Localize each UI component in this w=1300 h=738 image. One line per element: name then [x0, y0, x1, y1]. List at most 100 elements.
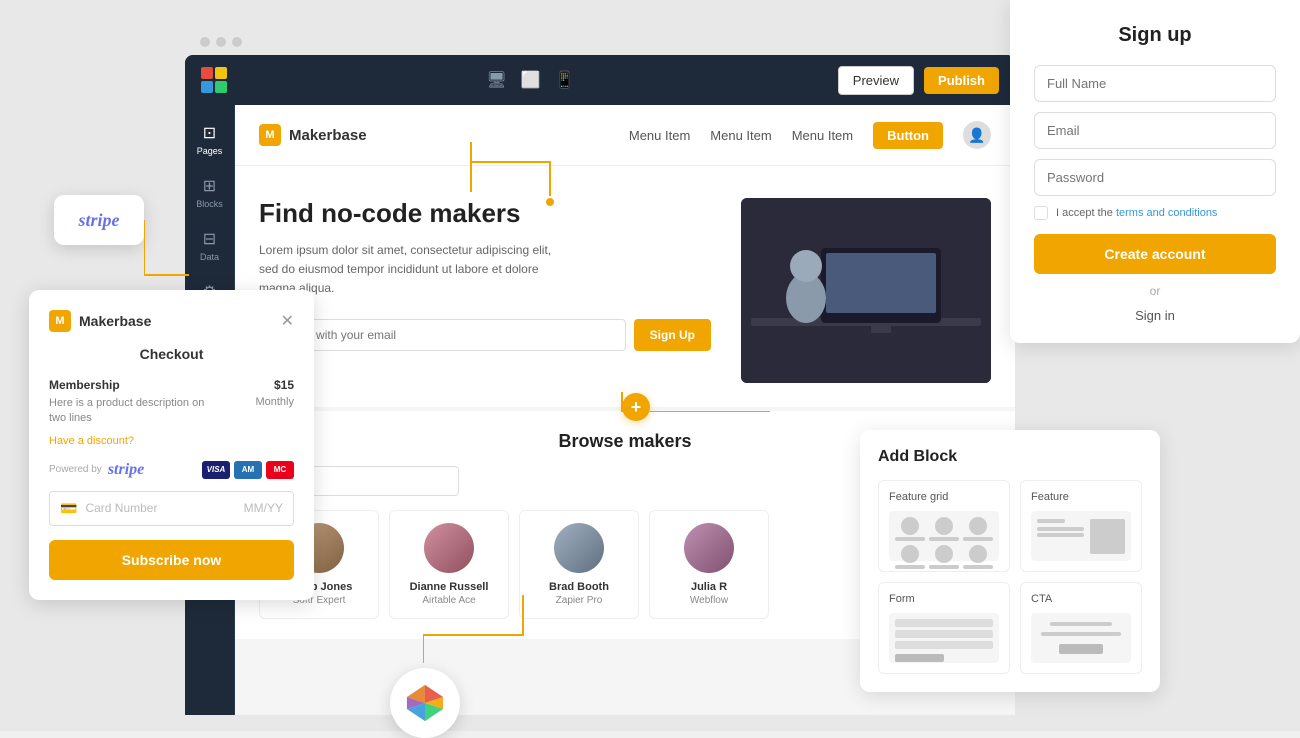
maker-name-3: Brad Booth: [532, 581, 626, 593]
maker-role-2: Airtable Ace: [402, 595, 496, 606]
notion-bubble: [390, 668, 460, 738]
checkout-powered: Powered by stripe VISA AM MC: [49, 461, 294, 479]
site-logo: M Makerbase: [259, 124, 367, 146]
block-cta-preview: [1031, 613, 1131, 663]
hero-email-input[interactable]: [259, 319, 626, 351]
checkout-item-row: Membership $15: [49, 378, 294, 392]
preview-line: [895, 630, 993, 638]
plus-button[interactable]: +: [622, 393, 650, 421]
checkout-item-price: $15: [274, 378, 294, 392]
hero-submit-button[interactable]: Sign Up: [634, 319, 711, 351]
card-expiry-field[interactable]: MM/YY: [244, 501, 283, 515]
signup-fullname-input[interactable]: [1034, 65, 1276, 102]
checkout-discount-link[interactable]: Have a discount?: [49, 435, 294, 447]
checkout-brand-icon: M: [49, 310, 71, 332]
block-item-cta[interactable]: CTA: [1020, 582, 1142, 674]
preview-avatar: [935, 545, 953, 563]
window-dot-green: [232, 37, 242, 47]
card-number-row: 💳 Card Number MM/YY: [49, 491, 294, 526]
maker-card-4[interactable]: Julia R Webflow: [649, 510, 769, 619]
hero-title: Find no-code makers: [259, 198, 711, 229]
sidebar-item-data[interactable]: ⊟ Data: [185, 221, 234, 270]
sidebar-item-blocks[interactable]: ⊞ Blocks: [185, 168, 234, 217]
block-item-form[interactable]: Form: [878, 582, 1010, 674]
signup-signin-link[interactable]: Sign in: [1034, 308, 1276, 323]
signup-terms-row: I accept the terms and conditions: [1034, 206, 1276, 220]
logo-sq-blue: [201, 81, 213, 93]
window-dots: [200, 37, 242, 47]
tablet-icon[interactable]: ⬜: [521, 70, 541, 90]
mastercard-logo: MC: [266, 461, 294, 479]
preview-line: [895, 619, 993, 627]
sidebar-label-blocks: Blocks: [196, 199, 223, 209]
checkout-card: M Makerbase ✕ Checkout Membership $15 He…: [29, 290, 314, 600]
add-block-title: Add Block: [878, 448, 1142, 466]
preview-line: [1037, 527, 1084, 531]
block-form-label: Form: [889, 593, 999, 605]
signup-or-divider: or: [1034, 284, 1276, 298]
signup-title: Sign up: [1034, 24, 1276, 47]
maker-role-4: Webflow: [662, 595, 756, 606]
maker-name-4: Julia R: [662, 581, 756, 593]
signup-password-input[interactable]: [1034, 159, 1276, 196]
hero-image-svg: [741, 198, 991, 383]
amex-logo: AM: [234, 461, 262, 479]
signup-create-button[interactable]: Create account: [1034, 234, 1276, 274]
preview-line: [963, 565, 993, 569]
preview-line: [929, 565, 959, 569]
publish-button[interactable]: Publish: [924, 67, 999, 94]
signup-terms-link[interactable]: terms and conditions: [1116, 207, 1218, 219]
block-grid: Feature grid: [878, 480, 1142, 674]
sidebar-label-pages: Pages: [197, 146, 223, 156]
signup-panel: Sign up I accept the terms and condition…: [1010, 0, 1300, 343]
checkout-brand-name: Makerbase: [79, 313, 151, 329]
checkout-header: M Makerbase ✕: [49, 310, 294, 332]
subscribe-button[interactable]: Subscribe now: [49, 540, 294, 580]
site-logo-icon: M: [259, 124, 281, 146]
signup-email-input[interactable]: [1034, 112, 1276, 149]
toolbar-logo: [201, 67, 223, 93]
checkout-item-details: Here is a product description on two lin…: [49, 396, 294, 427]
card-logos: VISA AM MC: [202, 461, 294, 479]
sidebar-item-pages[interactable]: ⊡ Pages: [185, 115, 234, 164]
stripe-logo: stripe: [108, 461, 144, 479]
hero-form: Sign Up: [259, 319, 711, 351]
nav-link-2[interactable]: Menu Item: [710, 128, 771, 143]
block-feature-preview: [1031, 511, 1131, 561]
logo-sq-red: [201, 67, 213, 79]
card-number-field[interactable]: Card Number: [85, 501, 235, 515]
nav-link-1[interactable]: Menu Item: [629, 128, 690, 143]
preview-button[interactable]: Preview: [838, 66, 914, 95]
builder-toolbar: 🖥 ⬜ 📱 Preview Publish: [185, 55, 1015, 105]
toolbar-devices: 🖥 ⬜ 📱: [486, 70, 574, 90]
nav-cta-button[interactable]: Button: [873, 122, 943, 149]
block-form-preview: [889, 613, 999, 663]
block-feature-grid-preview: [889, 511, 999, 561]
logo-sq-yellow: [215, 67, 227, 79]
visa-logo: VISA: [202, 461, 230, 479]
checkout-item-desc: Here is a product description on two lin…: [49, 396, 209, 427]
preview-line: [963, 537, 993, 541]
block-item-feature-grid[interactable]: Feature grid: [878, 480, 1010, 572]
mobile-icon[interactable]: 📱: [555, 70, 575, 90]
preview-line: [895, 537, 925, 541]
checkout-item-period: Monthly: [255, 396, 294, 427]
maker-name-2: Dianne Russell: [402, 581, 496, 593]
hero-image-inner: [741, 198, 991, 383]
maker-avatar-4: [684, 523, 734, 573]
preview-line: [1050, 622, 1112, 626]
maker-card-2[interactable]: Dianne Russell Airtable Ace: [389, 510, 509, 619]
block-item-feature[interactable]: Feature: [1020, 480, 1142, 572]
preview-line: [1041, 632, 1120, 636]
checkout-close-button[interactable]: ✕: [281, 311, 294, 331]
stripe-bubble: stripe: [54, 195, 144, 245]
blocks-icon: ⊞: [203, 176, 216, 196]
maker-card-3[interactable]: Brad Booth Zapier Pro: [519, 510, 639, 619]
nav-link-3[interactable]: Menu Item: [792, 128, 853, 143]
preview-avatar: [901, 545, 919, 563]
stripe-logo-text: stripe: [78, 210, 119, 231]
desktop-icon[interactable]: 🖥: [486, 70, 506, 90]
site-nav-links: Menu Item Menu Item Menu Item Button 👤: [629, 121, 991, 149]
signup-terms-checkbox[interactable]: [1034, 206, 1048, 220]
hero-text: Find no-code makers Lorem ipsum dolor si…: [259, 198, 711, 383]
